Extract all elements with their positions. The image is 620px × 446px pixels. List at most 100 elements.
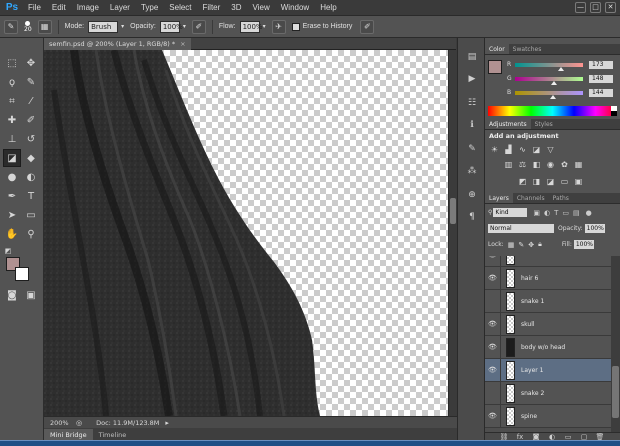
slider-caret[interactable] bbox=[550, 94, 557, 99]
tab-layers[interactable]: Layers bbox=[485, 193, 513, 203]
slider-caret[interactable] bbox=[558, 66, 565, 71]
brush-presets-icon[interactable]: ⁂ bbox=[465, 164, 479, 178]
eye-icon[interactable]: 👁︎ bbox=[485, 358, 501, 382]
blend-mode-select[interactable]: Normal bbox=[488, 224, 554, 233]
move-tool-icon[interactable]: ✥ bbox=[22, 54, 40, 72]
layer-row[interactable]: 👁︎ Layer 1 bbox=[485, 358, 611, 382]
quick-mask-icon[interactable]: ◙ bbox=[3, 286, 21, 304]
menu-filter[interactable]: Filter bbox=[203, 3, 221, 12]
flow-input[interactable]: 100% bbox=[239, 20, 263, 33]
clone-source-icon[interactable]: ⊕ bbox=[465, 188, 479, 202]
zoom-level[interactable]: 200% bbox=[50, 419, 72, 427]
black-white-swatch[interactable] bbox=[611, 106, 617, 116]
threshold-icon[interactable]: ◪ bbox=[545, 176, 556, 186]
lock-all-icon[interactable]: 🔒︎ bbox=[538, 240, 542, 249]
layer-name[interactable]: snake 2 bbox=[521, 390, 544, 397]
actions-panel-icon[interactable]: ▶ bbox=[465, 72, 479, 86]
brush-panel-icon[interactable]: ✎ bbox=[465, 142, 479, 156]
layers-scrollbar[interactable] bbox=[611, 256, 620, 434]
selective-color-icon[interactable]: ▣ bbox=[573, 176, 584, 186]
curves-icon[interactable]: ∿ bbox=[517, 144, 528, 154]
color-balance-icon[interactable]: ⚖ bbox=[517, 159, 528, 169]
pressure-size-icon[interactable]: ✐ bbox=[360, 19, 375, 34]
tab-timeline[interactable]: Timeline bbox=[93, 429, 133, 440]
rectangle-tool-icon[interactable]: ▭ bbox=[22, 206, 40, 224]
layer-name[interactable]: spine bbox=[521, 413, 537, 420]
visibility-toggle[interactable] bbox=[485, 381, 501, 405]
brush-preset-picker[interactable]: 20 bbox=[24, 20, 32, 33]
layer-row[interactable]: snake 2 bbox=[485, 381, 611, 405]
clone-stamp-tool-icon[interactable]: ⊥ bbox=[3, 130, 21, 148]
lasso-tool-icon[interactable]: ϙ bbox=[3, 73, 21, 91]
menu-layer[interactable]: Layer bbox=[110, 3, 130, 12]
color-value-r[interactable]: 173 bbox=[589, 60, 613, 69]
color-lookup-icon[interactable]: ▦ bbox=[573, 159, 584, 169]
eyedropper-tool-icon[interactable]: ⁄ bbox=[22, 92, 40, 110]
menu-3d[interactable]: 3D bbox=[231, 3, 241, 12]
lock-pixels-icon[interactable]: ✎ bbox=[518, 241, 524, 249]
minimize-button[interactable]: — bbox=[575, 2, 586, 13]
layer-row-partial[interactable]: 👁︎ bbox=[485, 256, 611, 267]
eye-icon[interactable]: 👁︎ bbox=[485, 404, 501, 428]
vibrance-icon[interactable]: ▽ bbox=[545, 144, 556, 154]
pixel-filter-icon[interactable]: ▣ bbox=[533, 209, 540, 217]
screen-mode-icon[interactable]: ▣ bbox=[22, 286, 40, 304]
layer-row[interactable]: 👁︎ spine bbox=[485, 404, 611, 428]
eye-icon[interactable]: 👁︎ bbox=[485, 312, 501, 336]
pressure-opacity-icon[interactable]: ✐ bbox=[191, 19, 206, 34]
layer-opacity-input[interactable]: 100% bbox=[584, 224, 605, 233]
tab-styles[interactable]: Styles bbox=[531, 119, 557, 129]
tab-channels[interactable]: Channels bbox=[513, 193, 549, 203]
layer-row[interactable]: snake 1 bbox=[485, 289, 611, 313]
menu-type[interactable]: Type bbox=[141, 3, 158, 12]
blur-tool-icon[interactable]: ● bbox=[3, 168, 21, 186]
layer-name[interactable]: hair 6 bbox=[521, 275, 538, 282]
properties-panel-icon[interactable]: ☷ bbox=[465, 96, 479, 110]
document-tab[interactable]: semfin.psd @ 200% (Layer 1, RGB/8) * × bbox=[44, 38, 191, 50]
color-slider-b[interactable]: B 144 bbox=[507, 88, 619, 99]
scrollbar-thumb[interactable] bbox=[450, 198, 456, 224]
color-slider-g[interactable]: G 148 bbox=[507, 74, 619, 85]
color-value-g[interactable]: 148 bbox=[589, 74, 613, 83]
default-colors-icon[interactable]: ◩ bbox=[3, 246, 13, 256]
layer-name[interactable]: body w/o head bbox=[521, 344, 565, 351]
pen-tool-icon[interactable]: ✒ bbox=[3, 187, 21, 205]
crop-tool-icon[interactable]: ⌗ bbox=[3, 92, 21, 110]
menu-edit[interactable]: Edit bbox=[52, 3, 66, 12]
lock-position-icon[interactable]: ✥ bbox=[528, 241, 534, 249]
status-info-icon[interactable]: ◎ bbox=[76, 419, 82, 427]
adjustment-filter-icon[interactable]: ◐ bbox=[544, 209, 550, 217]
chevron-down-icon[interactable]: ▾ bbox=[121, 23, 124, 30]
color-spectrum-bar[interactable] bbox=[488, 106, 617, 116]
color-panel-foreground-swatch[interactable] bbox=[488, 60, 502, 74]
layer-name[interactable]: Layer 1 bbox=[521, 367, 543, 374]
eraser-tool-preset-icon[interactable]: ✎ bbox=[4, 19, 18, 34]
black-white-icon[interactable]: ◧ bbox=[531, 159, 542, 169]
smart-object-filter-icon[interactable]: ▤ bbox=[573, 209, 580, 217]
levels-icon[interactable]: ▟ bbox=[503, 144, 514, 154]
menu-view[interactable]: View bbox=[253, 3, 270, 12]
eye-icon[interactable]: 👁︎ bbox=[485, 256, 501, 267]
color-value-b[interactable]: 144 bbox=[589, 88, 613, 97]
brush-panel-toggle-icon[interactable]: ▦ bbox=[37, 19, 52, 34]
brush-tool-icon[interactable]: ✐ bbox=[22, 111, 40, 129]
menu-help[interactable]: Help bbox=[320, 3, 336, 12]
layer-row[interactable]: 👁︎ hair 6 bbox=[485, 266, 611, 290]
menu-window[interactable]: Window bbox=[281, 3, 309, 12]
posterize-icon[interactable]: ◨ bbox=[531, 176, 542, 186]
mode-select[interactable]: Brush bbox=[88, 20, 119, 33]
photo-filter-icon[interactable]: ◉ bbox=[545, 159, 556, 169]
shape-filter-icon[interactable]: ▭ bbox=[562, 209, 569, 217]
marquee-tool-icon[interactable]: ⬚ bbox=[3, 54, 21, 72]
chevron-down-icon[interactable]: ▾ bbox=[263, 23, 266, 30]
invert-icon[interactable]: ◩ bbox=[517, 176, 528, 186]
dodge-tool-icon[interactable]: ◐ bbox=[22, 168, 40, 186]
slider-caret[interactable] bbox=[551, 80, 558, 85]
zoom-tool-icon[interactable]: ⚲ bbox=[22, 225, 40, 243]
color-slider-track[interactable] bbox=[515, 62, 583, 71]
close-icon[interactable]: × bbox=[180, 40, 185, 48]
layer-row[interactable]: 👁︎ body w/o head bbox=[485, 335, 611, 359]
tab-color[interactable]: Color bbox=[485, 44, 509, 54]
history-brush-tool-icon[interactable]: ↺ bbox=[22, 130, 40, 148]
chevron-down-icon[interactable]: ▾ bbox=[183, 23, 186, 30]
